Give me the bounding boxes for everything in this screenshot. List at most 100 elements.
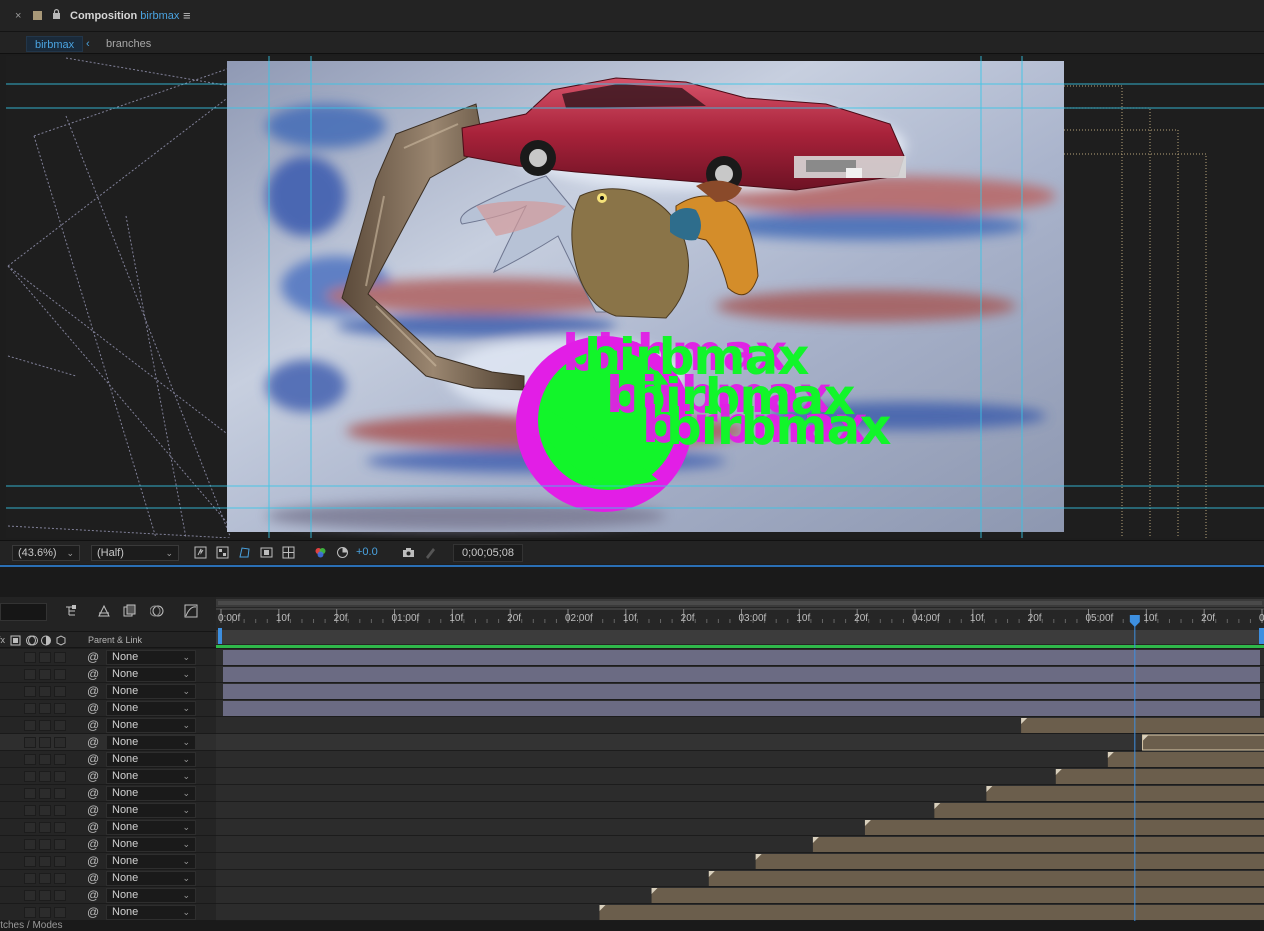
layer-row[interactable]: @ None ⌄ <box>0 700 216 717</box>
frame-blending-icon[interactable] <box>123 604 137 618</box>
layer-row[interactable]: @ None ⌄ <box>0 666 216 683</box>
panel-menu-icon[interactable]: ≡ <box>183 8 191 23</box>
layer-bar[interactable] <box>223 684 1260 699</box>
pick-whip-icon[interactable]: @ <box>87 668 99 680</box>
parent-dropdown[interactable]: None ⌄ <box>106 684 196 699</box>
breadcrumb-branches[interactable]: branches <box>98 36 159 52</box>
mask-visibility-icon[interactable] <box>238 546 251 559</box>
pick-whip-icon[interactable]: @ <box>87 770 99 782</box>
layer-switch[interactable] <box>39 771 51 782</box>
layer-switch[interactable] <box>54 822 66 833</box>
layer-switch[interactable] <box>39 856 51 867</box>
parent-link-column-header[interactable]: Parent & Link <box>88 635 142 645</box>
reset-exposure-icon[interactable] <box>336 546 349 559</box>
parent-dropdown[interactable]: None ⌄ <box>106 905 196 920</box>
layer-switch[interactable] <box>39 686 51 697</box>
layer-switch[interactable] <box>39 839 51 850</box>
layer-bar[interactable] <box>1107 752 1264 767</box>
layer-switch[interactable] <box>24 907 36 918</box>
pick-whip-icon[interactable]: @ <box>87 906 99 918</box>
pick-whip-icon[interactable]: @ <box>87 702 99 714</box>
layer-switch[interactable] <box>24 669 36 680</box>
layer-switch[interactable] <box>24 856 36 867</box>
layer-switch[interactable] <box>24 686 36 697</box>
layer-switch[interactable] <box>24 788 36 799</box>
layer-switch[interactable] <box>39 652 51 663</box>
layer-switch[interactable] <box>54 907 66 918</box>
layer-switch[interactable] <box>24 805 36 816</box>
pick-whip-icon[interactable]: @ <box>87 821 99 833</box>
layer-switch[interactable] <box>54 873 66 884</box>
layer-bar[interactable] <box>1021 718 1264 733</box>
parent-dropdown[interactable]: None ⌄ <box>106 786 196 801</box>
lock-icon[interactable] <box>52 9 61 19</box>
layer-bar[interactable] <box>812 837 1264 852</box>
parent-dropdown[interactable]: None ⌄ <box>106 888 196 903</box>
layer-bar[interactable] <box>599 905 1264 920</box>
viewer-canvas[interactable]: birbmax birbmax birbmax birbmax birbmax … <box>6 56 1264 538</box>
layer-switch[interactable] <box>39 907 51 918</box>
layer-row[interactable]: @ None ⌄ <box>0 717 216 734</box>
parent-dropdown[interactable]: None ⌄ <box>106 667 196 682</box>
layer-switch[interactable] <box>54 703 66 714</box>
layer-switch[interactable] <box>24 873 36 884</box>
pick-whip-icon[interactable]: @ <box>87 804 99 816</box>
layer-switch[interactable] <box>39 822 51 833</box>
exposure-value[interactable]: +0.0 <box>356 546 378 558</box>
pick-whip-icon[interactable]: @ <box>87 838 99 850</box>
layer-bar[interactable] <box>934 803 1264 818</box>
layer-bar[interactable] <box>864 820 1264 835</box>
pick-whip-icon[interactable]: @ <box>87 855 99 867</box>
layer-bars[interactable] <box>216 649 1264 921</box>
layer-switch[interactable] <box>39 873 51 884</box>
layer-row[interactable]: @ None ⌄ <box>0 887 216 904</box>
layer-row[interactable]: @ None ⌄ <box>0 751 216 768</box>
breadcrumb-arrow-icon[interactable]: ‹ <box>84 36 92 52</box>
layer-switch[interactable] <box>24 822 36 833</box>
layer-bar[interactable] <box>223 701 1260 716</box>
resolution-dropdown[interactable]: (Half) ⌄ <box>91 545 179 561</box>
layer-bar[interactable] <box>1055 769 1264 784</box>
breadcrumb-current[interactable]: birbmax <box>26 36 84 52</box>
current-time-display[interactable]: 0;00;05;08 <box>453 544 523 562</box>
layer-bar[interactable] <box>223 650 1260 665</box>
layer-switch[interactable] <box>54 890 66 901</box>
parent-dropdown[interactable]: None ⌄ <box>106 803 196 818</box>
layer-bar[interactable] <box>223 667 1260 682</box>
layer-switch[interactable] <box>39 737 51 748</box>
draft-3d-icon[interactable] <box>97 604 111 618</box>
channel-icon[interactable] <box>314 546 327 559</box>
layer-switch[interactable] <box>54 839 66 850</box>
layer-row[interactable]: @ None ⌄ <box>0 853 216 870</box>
layer-switch[interactable] <box>24 703 36 714</box>
layer-switch[interactable] <box>54 788 66 799</box>
graph-editor-icon[interactable] <box>184 604 198 618</box>
layer-row[interactable]: @ None ⌄ <box>0 768 216 785</box>
parent-dropdown[interactable]: None ⌄ <box>106 820 196 835</box>
parent-dropdown[interactable]: None ⌄ <box>106 854 196 869</box>
layer-switch[interactable] <box>54 805 66 816</box>
layer-switch[interactable] <box>54 856 66 867</box>
layer-switch[interactable] <box>39 720 51 731</box>
layer-bar[interactable] <box>986 786 1264 801</box>
parent-dropdown[interactable]: None ⌄ <box>106 752 196 767</box>
magnification-dropdown[interactable]: (43.6%) ⌄ <box>12 545 80 561</box>
layer-bar[interactable] <box>708 871 1264 886</box>
layer-bar[interactable] <box>755 854 1264 869</box>
show-snapshot-icon[interactable] <box>424 546 437 559</box>
layer-switch[interactable] <box>24 720 36 731</box>
layer-row[interactable]: @ None ⌄ <box>0 904 216 921</box>
layer-row[interactable]: @ None ⌄ <box>0 683 216 700</box>
layer-switch[interactable] <box>24 839 36 850</box>
layer-switch[interactable] <box>54 686 66 697</box>
layer-search-input[interactable] <box>0 603 47 621</box>
parent-dropdown[interactable]: None ⌄ <box>106 718 196 733</box>
snapshot-camera-icon[interactable] <box>402 546 415 559</box>
layer-switch[interactable] <box>39 788 51 799</box>
layer-row[interactable]: @ None ⌄ <box>0 649 216 666</box>
layer-switch[interactable] <box>24 652 36 663</box>
parent-dropdown[interactable]: None ⌄ <box>106 701 196 716</box>
layer-row[interactable]: @ None ⌄ <box>0 785 216 802</box>
layer-switch[interactable] <box>24 890 36 901</box>
label-color-swatch[interactable] <box>33 11 42 20</box>
